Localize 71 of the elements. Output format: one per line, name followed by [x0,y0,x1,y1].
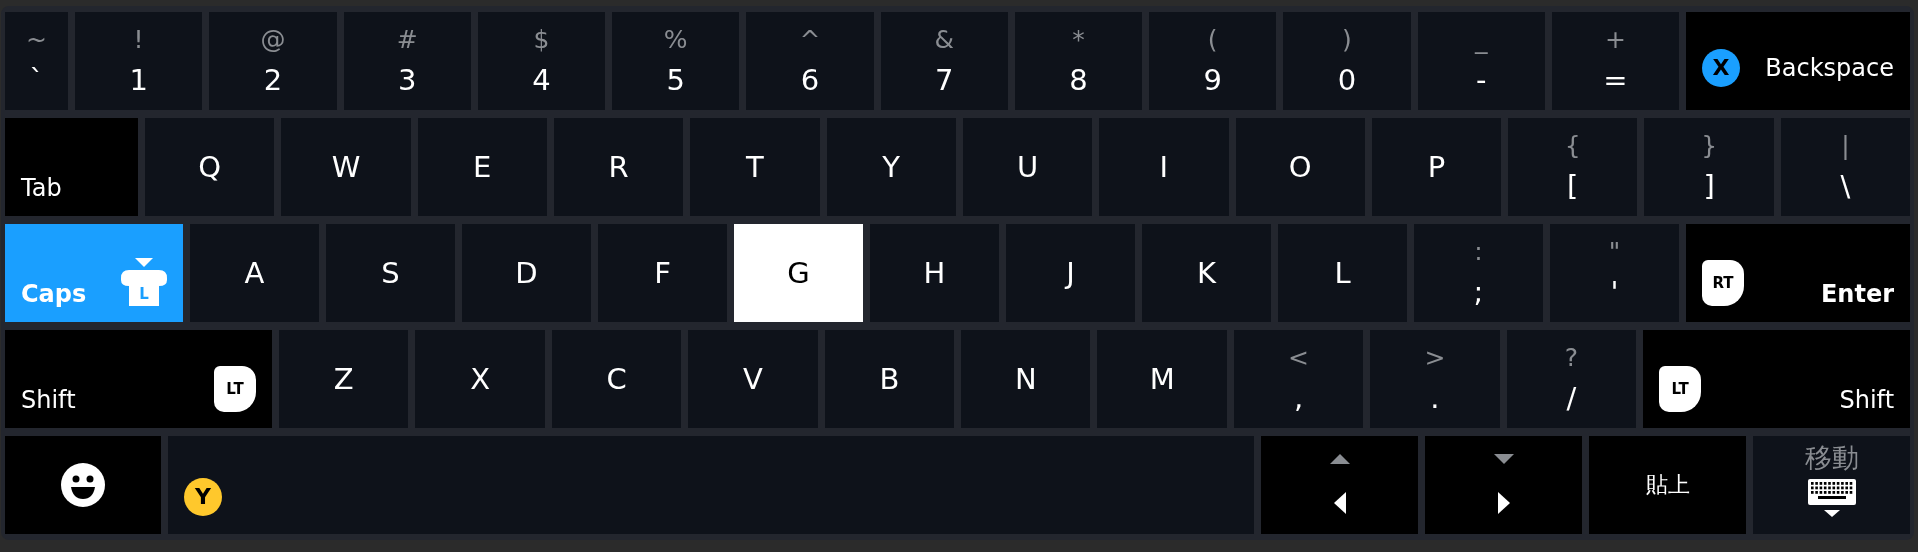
character-key[interactable]: Z [279,330,409,428]
character-key[interactable]: H [870,224,999,322]
down-triangle-icon [1493,454,1514,464]
character-key[interactable]: M [1097,330,1227,428]
trigger-badge: LT [1659,366,1702,412]
character-key[interactable]: C [551,330,682,428]
character-key[interactable]: U [962,118,1093,216]
shift-key[interactable]: Shift LT [5,330,272,428]
character-key[interactable]: F [598,224,727,322]
character-key[interactable]: : ; [1414,224,1543,322]
character-key[interactable]: ( 9 [1149,12,1277,110]
backspace-key[interactable]: X Backspace [1686,12,1910,110]
caret-icon [135,258,153,267]
character-key[interactable]: ! 1 [75,12,203,110]
character-key[interactable]: X [415,330,545,428]
character-key[interactable]: # 3 [343,12,471,110]
button-badge: Y [184,478,222,516]
character-key[interactable]: P [1371,118,1502,216]
character-key[interactable]: ~ ` [5,12,68,110]
character-key[interactable]: V [688,330,818,428]
character-key[interactable]: ) 0 [1283,12,1411,110]
character-key[interactable]: W [281,118,411,216]
character-key[interactable]: } ] [1644,118,1774,216]
character-key[interactable]: ? / [1506,330,1637,428]
emoji-key[interactable] [5,436,161,534]
character-key[interactable]: B [824,330,955,428]
character-key[interactable]: O [1235,118,1365,216]
character-key[interactable]: A [190,224,319,322]
enter-key[interactable]: RT Enter [1686,224,1910,322]
right-triangle-icon [1497,492,1510,514]
character-key[interactable]: E [417,118,547,216]
character-key[interactable]: { [ [1508,118,1638,216]
character-key[interactable]: Y [826,118,956,216]
trigger-badge: RT [1702,260,1744,306]
keyboard-icon [1807,479,1856,519]
character-key[interactable]: G [734,224,863,322]
character-key[interactable]: ^ 6 [746,12,874,110]
character-key[interactable]: D [462,224,591,322]
character-key[interactable]: + = [1551,12,1679,110]
up-triangle-icon [1329,454,1350,464]
character-key[interactable]: @ 2 [209,12,337,110]
character-key[interactable]: % 5 [612,12,740,110]
character-key[interactable]: T [690,118,820,216]
character-key[interactable]: & 7 [880,12,1008,110]
shift-key[interactable]: LT Shift [1643,330,1911,428]
tab-key[interactable]: Tab [5,118,138,216]
paste-key[interactable]: 貼上 [1589,436,1746,534]
character-key[interactable]: < , [1233,330,1364,428]
character-key[interactable]: > . [1370,330,1500,428]
character-key[interactable]: _ - [1417,12,1545,110]
cursor-key[interactable] [1261,436,1418,534]
character-key[interactable]: " ' [1550,224,1679,322]
smiley-icon [60,462,106,508]
character-key[interactable]: R [553,118,684,216]
bumper-badge: L [121,270,167,306]
character-key[interactable]: I [1099,118,1229,216]
button-badge: X [1702,49,1740,87]
character-key[interactable]: J [1006,224,1135,322]
trigger-badge: LT [214,366,256,412]
character-key[interactable]: N [961,330,1091,428]
space-bar[interactable]: Y [168,436,1254,534]
character-key[interactable]: K [1142,224,1271,322]
character-key[interactable]: | \ [1780,118,1911,216]
character-key[interactable]: L [1278,224,1407,322]
character-key[interactable]: S [326,224,455,322]
cursor-key[interactable] [1425,436,1582,534]
left-triangle-icon [1333,492,1346,514]
move-key[interactable]: 移動 [1753,436,1910,534]
character-key[interactable]: $ 4 [477,12,605,110]
character-key[interactable]: Q [145,118,275,216]
character-key[interactable]: * 8 [1014,12,1142,110]
